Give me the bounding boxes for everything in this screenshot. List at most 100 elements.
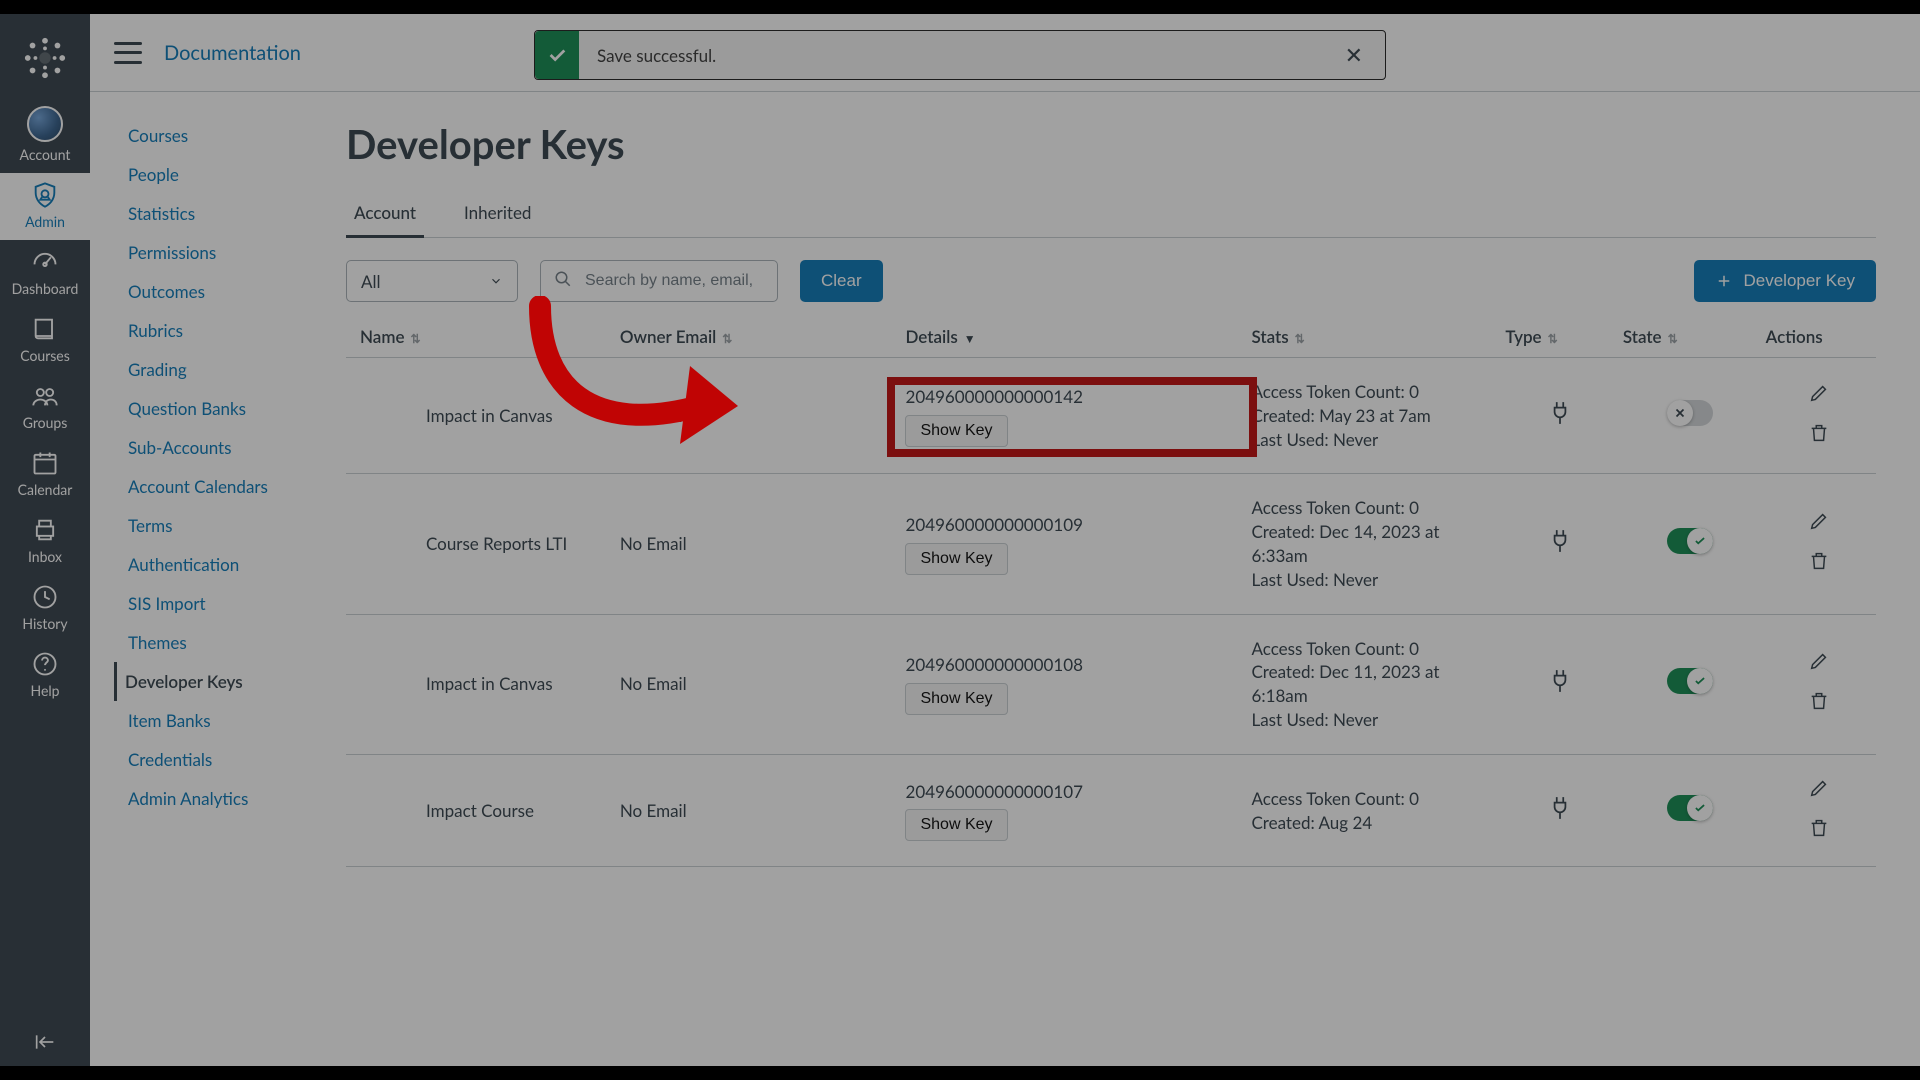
cell-email: No Email xyxy=(616,754,902,867)
cell-stats: Access Token Count: 0Created: Dec 14, 20… xyxy=(1247,474,1501,614)
cell-details: 204960000000000142 Show Key xyxy=(901,358,1247,474)
sidebar-item-sub-accounts[interactable]: Sub-Accounts xyxy=(120,428,316,467)
shield-icon xyxy=(31,181,59,209)
avatar xyxy=(27,106,63,142)
nav-account[interactable]: Account xyxy=(0,98,90,173)
clear-button[interactable]: Clear xyxy=(800,260,883,302)
people-icon xyxy=(31,382,59,410)
plug-icon xyxy=(1547,677,1573,698)
question-icon xyxy=(31,650,59,678)
calendar-icon xyxy=(31,449,59,477)
clock-icon xyxy=(31,583,59,611)
sidebar-item-credentials[interactable]: Credentials xyxy=(120,740,316,779)
nav-calendar[interactable]: Calendar xyxy=(0,441,90,508)
cell-actions xyxy=(1762,474,1876,614)
trash-icon[interactable] xyxy=(1808,817,1830,845)
col-email[interactable]: Owner Email xyxy=(620,326,716,347)
plug-icon xyxy=(1547,537,1573,558)
cell-type xyxy=(1501,358,1618,474)
cell-state xyxy=(1619,754,1762,867)
sidebar-item-question-banks[interactable]: Question Banks xyxy=(120,389,316,428)
chevron-down-icon xyxy=(489,271,503,292)
trash-icon[interactable] xyxy=(1808,690,1830,718)
key-id: 204960000000000108 xyxy=(905,653,1243,677)
state-toggle[interactable] xyxy=(1667,668,1713,694)
hamburger-menu-button[interactable] xyxy=(114,42,142,64)
cell-state xyxy=(1619,358,1762,474)
sidebar-item-themes[interactable]: Themes xyxy=(120,623,316,662)
sidebar-item-terms[interactable]: Terms xyxy=(120,506,316,545)
add-developer-key-label: Developer Key xyxy=(1743,271,1855,291)
state-toggle[interactable] xyxy=(1667,400,1713,426)
table-row: Impact CourseNo Email 204960000000000107… xyxy=(346,754,1876,867)
nav-admin-label: Admin xyxy=(25,213,65,230)
cell-details: 204960000000000108 Show Key xyxy=(901,614,1247,754)
nav-history-label: History xyxy=(22,615,67,632)
nav-dashboard-label: Dashboard xyxy=(12,280,79,297)
tabs: Account Inherited xyxy=(346,190,1876,238)
sidebar-item-sis-import[interactable]: SIS Import xyxy=(120,584,316,623)
search-input[interactable] xyxy=(540,260,778,302)
col-state[interactable]: State xyxy=(1623,326,1662,347)
sidebar-item-statistics[interactable]: Statistics xyxy=(120,194,316,233)
nav-courses-label: Courses xyxy=(20,347,70,364)
filter-select[interactable]: All xyxy=(346,260,518,302)
printer-icon xyxy=(31,516,59,544)
nav-groups[interactable]: Groups xyxy=(0,374,90,441)
sidebar-item-courses[interactable]: Courses xyxy=(120,116,316,155)
sidebar-item-item-banks[interactable]: Item Banks xyxy=(120,701,316,740)
sidebar-item-admin-analytics[interactable]: Admin Analytics xyxy=(120,779,316,818)
toast-close-button[interactable]: ✕ xyxy=(1323,41,1385,69)
trash-icon[interactable] xyxy=(1808,550,1830,578)
col-stats[interactable]: Stats xyxy=(1251,326,1288,347)
cell-actions xyxy=(1762,754,1876,867)
sidebar-item-authentication[interactable]: Authentication xyxy=(120,545,316,584)
nav-inbox[interactable]: Inbox xyxy=(0,508,90,575)
edit-icon[interactable] xyxy=(1808,382,1830,410)
nav-courses[interactable]: Courses xyxy=(0,307,90,374)
sidebar-item-rubrics[interactable]: Rubrics xyxy=(120,311,316,350)
tab-inherited[interactable]: Inherited xyxy=(456,190,539,237)
cell-type xyxy=(1501,754,1618,867)
sidebar-item-outcomes[interactable]: Outcomes xyxy=(120,272,316,311)
edit-icon[interactable] xyxy=(1808,777,1830,805)
trash-icon[interactable] xyxy=(1808,422,1830,450)
show-key-button[interactable]: Show Key xyxy=(905,809,1007,841)
nav-admin[interactable]: Admin xyxy=(0,173,90,240)
cell-details: 204960000000000109 Show Key xyxy=(901,474,1247,614)
nav-groups-label: Groups xyxy=(23,414,68,431)
nav-history[interactable]: History xyxy=(0,575,90,642)
show-key-button[interactable]: Show Key xyxy=(905,683,1007,715)
state-toggle[interactable] xyxy=(1667,795,1713,821)
tab-account[interactable]: Account xyxy=(346,190,424,238)
nav-inbox-label: Inbox xyxy=(28,548,62,565)
book-icon xyxy=(31,315,59,343)
edit-icon[interactable] xyxy=(1808,510,1830,538)
state-toggle[interactable] xyxy=(1667,528,1713,554)
cell-state xyxy=(1619,474,1762,614)
col-details[interactable]: Details xyxy=(905,326,957,347)
cell-name: Impact Course xyxy=(346,754,616,867)
breadcrumb-link[interactable]: Documentation xyxy=(164,41,301,65)
table-row: Impact in CanvasNo Email 204960000000000… xyxy=(346,358,1876,474)
collapse-nav-button[interactable] xyxy=(0,1018,90,1066)
show-key-button[interactable]: Show Key xyxy=(905,415,1007,447)
nav-account-label: Account xyxy=(20,146,71,163)
edit-icon[interactable] xyxy=(1808,650,1830,678)
col-type[interactable]: Type xyxy=(1505,326,1541,347)
nav-dashboard[interactable]: Dashboard xyxy=(0,240,90,307)
cell-stats: Access Token Count: 0Created: Aug 24 xyxy=(1247,754,1501,867)
sidebar-item-grading[interactable]: Grading xyxy=(120,350,316,389)
col-name[interactable]: Name xyxy=(360,326,405,347)
sidebar-item-people[interactable]: People xyxy=(120,155,316,194)
cell-stats: Access Token Count: 0Created: Dec 11, 20… xyxy=(1247,614,1501,754)
add-developer-key-button[interactable]: Developer Key xyxy=(1694,260,1876,302)
cell-details: 204960000000000107 Show Key xyxy=(901,754,1247,867)
show-key-button[interactable]: Show Key xyxy=(905,543,1007,575)
nav-help[interactable]: Help xyxy=(0,642,90,709)
sidebar-item-developer-keys[interactable]: Developer Keys xyxy=(114,662,316,701)
cell-actions xyxy=(1762,614,1876,754)
sidebar-item-permissions[interactable]: Permissions xyxy=(120,233,316,272)
table-row: Impact in CanvasNo Email 204960000000000… xyxy=(346,614,1876,754)
sidebar-item-account-calendars[interactable]: Account Calendars xyxy=(120,467,316,506)
